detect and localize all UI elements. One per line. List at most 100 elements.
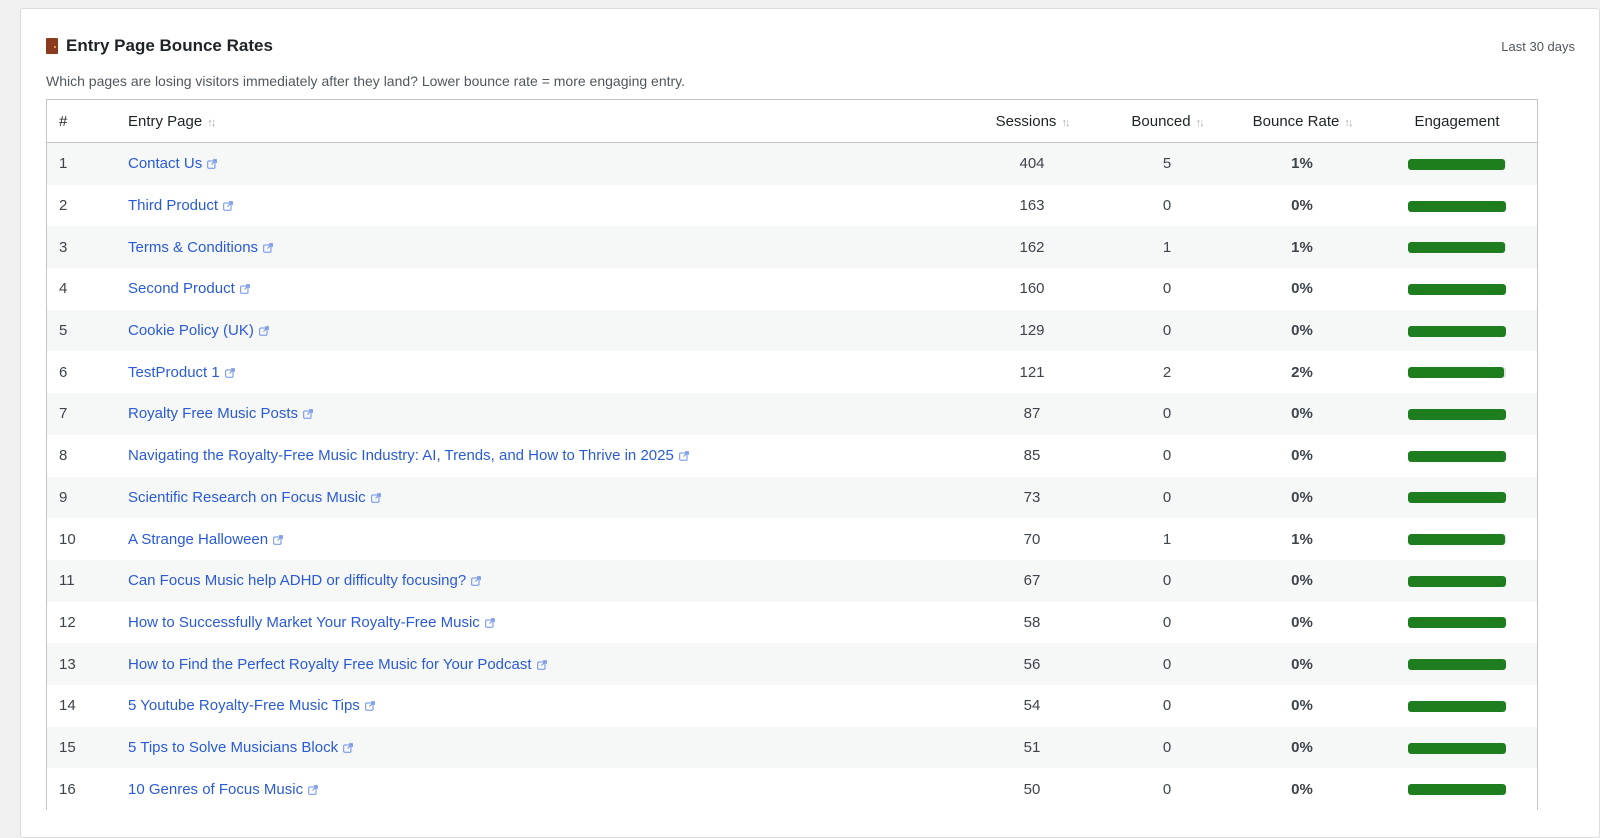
- table-header-row: # Entry Page ↑↓ Sessions ↑↓ Bounced ↑↓ Boun…: [47, 100, 1537, 143]
- entry-page-title: Second Product: [128, 280, 235, 298]
- column-header-bounce-rate[interactable]: Bounce Rate ↑↓: [1227, 100, 1377, 143]
- engagement-bar: [1408, 200, 1506, 212]
- bounced-cell: 0: [1162, 572, 1172, 590]
- table-row: 6 TestProduct 1 121 2 2%: [47, 351, 1537, 394]
- entry-page-title: 5 Tips to Solve Musicians Block: [128, 738, 339, 756]
- entry-page-title: 10 Genres of Focus Music: [128, 780, 304, 798]
- column-header-bounced[interactable]: Bounced ↑↓: [1107, 100, 1227, 143]
- table-row: 4 Second Product 160 0 0%: [47, 268, 1537, 310]
- engagement-bar: [1408, 325, 1506, 337]
- date-range-label: Last 30 days: [1501, 38, 1575, 54]
- table-body: 1 Contact Us 404 5 1% 2 Third Product 163 0 0% 3 Te…: [47, 142, 1537, 810]
- row-number: 5: [59, 322, 68, 340]
- row-number: 13: [59, 655, 76, 673]
- external-link-icon: [308, 784, 318, 795]
- table-row: 10 A Strange Halloween 70 1 1%: [47, 518, 1537, 560]
- engagement-bar: [1408, 158, 1506, 170]
- row-number: 2: [59, 197, 68, 215]
- sessions-cell: 121: [1019, 363, 1045, 381]
- sort-icon[interactable]: ↑↓: [1196, 117, 1205, 129]
- entry-page-title: Navigating the Royalty-Free Music Indust…: [128, 447, 674, 465]
- entry-page-link[interactable]: Third Product: [128, 197, 233, 214]
- engagement-bar: [1408, 659, 1506, 671]
- entry-page-link[interactable]: Contact Us: [128, 155, 218, 172]
- bounced-cell: 0: [1162, 780, 1172, 798]
- entry-page-cell: Terms & Conditions: [128, 226, 957, 268]
- entry-page-link[interactable]: Cookie Policy (UK): [128, 322, 269, 339]
- engagement-cell: [1377, 268, 1537, 310]
- external-link-icon: [273, 534, 283, 545]
- table-row: 7 Royalty Free Music Posts 87 0 0%: [47, 393, 1537, 435]
- engagement-cell: [1377, 560, 1537, 602]
- bounce-rate-cell: 1%: [1291, 238, 1313, 256]
- entry-page-title: Terms & Conditions: [128, 238, 259, 256]
- bounce-rate-cell: 0%: [1291, 613, 1313, 631]
- row-number: 14: [59, 697, 76, 715]
- engagement-bar-fill: [1408, 450, 1506, 462]
- bounce-rate-cell: 0%: [1291, 405, 1313, 423]
- column-header-num: #: [47, 100, 128, 143]
- engagement-bar-fill: [1408, 242, 1506, 254]
- bounced-cell: 0: [1162, 197, 1172, 215]
- entry-page-link[interactable]: 5 Tips to Solve Musicians Block: [128, 739, 353, 756]
- sessions-cell: 160: [1019, 280, 1045, 298]
- external-link-icon: [364, 701, 375, 712]
- column-header-entry-page[interactable]: Entry Page ↑↓: [128, 100, 957, 143]
- entry-page-link[interactable]: How to Successfully Market Your Royalty-…: [128, 614, 495, 631]
- bounced-cell: 2: [1162, 363, 1172, 381]
- engagement-bar: [1408, 492, 1506, 504]
- engagement-bar: [1408, 742, 1506, 754]
- entry-page-title: Third Product: [128, 197, 219, 215]
- entry-page-link[interactable]: How to Find the Perfect Royalty Free Mus…: [128, 656, 547, 673]
- bounced-cell: 0: [1162, 405, 1172, 423]
- entry-page-link[interactable]: Royalty Free Music Posts: [128, 405, 313, 422]
- external-link-icon: [223, 201, 233, 211]
- entry-page-link[interactable]: A Strange Halloween: [128, 531, 283, 548]
- entry-page-cell: 5 Youtube Royalty-Free Music Tips: [128, 685, 957, 727]
- entry-page-link[interactable]: Navigating the Royalty-Free Music Indust…: [128, 447, 689, 464]
- sessions-cell: 163: [1019, 197, 1045, 215]
- entry-page-cell: How to Find the Perfect Royalty Free Mus…: [128, 643, 957, 685]
- sort-icon[interactable]: ↑↓: [1061, 117, 1070, 129]
- engagement-bar: [1408, 450, 1506, 462]
- sort-icon[interactable]: ↑↓: [207, 117, 216, 129]
- entry-page-title: Scientific Research on Focus Music: [128, 488, 366, 506]
- entry-page-link[interactable]: Scientific Research on Focus Music: [128, 489, 381, 506]
- sort-icon[interactable]: ↑↓: [1344, 117, 1353, 129]
- entry-page-link[interactable]: 5 Youtube Royalty-Free Music Tips: [128, 697, 375, 714]
- engagement-cell: [1377, 226, 1537, 268]
- bounce-rate-cell: 1%: [1291, 530, 1313, 548]
- engagement-bar-fill: [1408, 700, 1506, 712]
- engagement-bar: [1408, 617, 1506, 629]
- bounce-rate-cell: 0%: [1291, 280, 1313, 298]
- sessions-cell: 67: [1023, 572, 1041, 590]
- engagement-bar-fill: [1408, 158, 1506, 170]
- table-row: 8 Navigating the Royalty-Free Music Indus…: [47, 434, 1537, 477]
- entry-page-link[interactable]: TestProduct 1: [128, 364, 235, 381]
- sessions-cell: 73: [1023, 488, 1041, 506]
- row-number: 12: [59, 613, 76, 631]
- entry-page-cell: How to Successfully Market Your Royalty-…: [128, 602, 957, 644]
- table-row: 14 5 Youtube Royalty-Free Music Tips 54 0 0%: [47, 684, 1537, 727]
- entry-page-link[interactable]: Can Focus Music help ADHD or difficulty …: [128, 572, 482, 589]
- bounced-cell: 0: [1162, 655, 1172, 673]
- row-number: 4: [59, 280, 68, 298]
- external-link-icon: [207, 159, 218, 170]
- bounce-rate-cell: 1%: [1291, 155, 1313, 173]
- engagement-bar-fill: [1408, 575, 1506, 587]
- column-header-sessions[interactable]: Sessions ↑↓: [957, 100, 1107, 143]
- entry-page-link[interactable]: Second Product: [128, 280, 250, 297]
- entry-page-cell: Can Focus Music help ADHD or difficulty …: [128, 560, 957, 602]
- sessions-cell: 70: [1023, 530, 1041, 548]
- row-number: 10: [59, 530, 76, 548]
- bounce-table-wrapper: # Entry Page ↑↓ Sessions ↑↓ Bounced ↑↓ Boun…: [46, 99, 1538, 810]
- bounce-rate-cell: 0%: [1291, 488, 1313, 506]
- engagement-bar: [1408, 242, 1506, 254]
- entry-page-link[interactable]: 10 Genres of Focus Music: [128, 781, 318, 798]
- bounce-table: # Entry Page ↑↓ Sessions ↑↓ Bounced ↑↓ Boun…: [47, 100, 1537, 810]
- engagement-cell: [1377, 685, 1537, 727]
- bounced-cell: 0: [1162, 488, 1172, 506]
- entry-page-link[interactable]: Terms & Conditions: [128, 239, 273, 256]
- row-number: 3: [59, 238, 68, 256]
- bounce-rate-cell: 0%: [1291, 738, 1313, 756]
